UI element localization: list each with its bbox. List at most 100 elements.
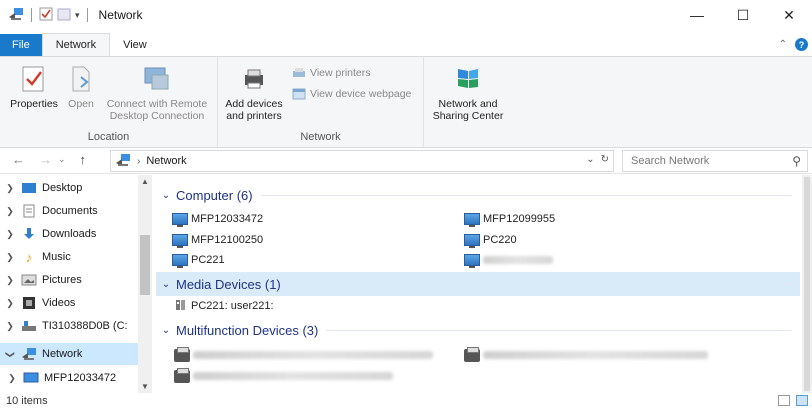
add-devices-button[interactable]: Add devices and printers [224,63,284,122]
device-label: PC221 [191,254,225,266]
nav-item-music[interactable]: ❯ ♪ Music [0,246,138,268]
remote-desktop-icon [141,63,173,95]
device-item[interactable]: PC221 [172,251,225,269]
refresh-icon[interactable]: ↻ [601,154,609,165]
new-folder-quick-icon[interactable] [57,7,71,24]
multifunction-device-item-redacted[interactable] [174,367,393,385]
maximize-button[interactable]: ☐ [720,0,766,30]
tab-view[interactable]: View [110,34,160,56]
expand-chevron-icon[interactable]: ❯ [0,252,20,263]
close-button[interactable]: ✕ [766,0,812,30]
music-icon: ♪ [25,249,33,265]
collapse-ribbon-icon[interactable]: ⌃ [779,39,787,50]
nav-item-mfp12033472[interactable]: ❯ MFP12033472 [0,367,138,389]
view-printers-button[interactable]: View printers [292,67,371,79]
expand-chevron-icon[interactable]: ❯ [0,321,20,332]
help-icon[interactable]: ? [795,38,808,51]
breadcrumb-separator-icon[interactable]: › [137,156,140,167]
nav-item-label: Network [42,348,83,360]
device-item[interactable]: MFP12100250 [172,231,263,249]
properties-quick-icon[interactable] [39,7,53,24]
collapse-group-icon[interactable]: ⌄ [156,190,176,201]
connect-remote-desktop-button[interactable]: Connect with Remote Desktop Connection [102,63,212,122]
redacted-label [193,372,393,380]
nav-item-label: TI310388D0B (C: [42,320,128,332]
media-device-item[interactable]: PC221: user221: [174,297,274,315]
nav-item-downloads[interactable]: ❯ Downloads [0,223,138,245]
device-label: MFP12099955 [483,213,556,225]
computer-icon [172,213,188,227]
nav-item-pictures[interactable]: ❯ Pictures [0,269,138,291]
network-icon [115,153,131,170]
nav-item-videos[interactable]: ❯ Videos [0,292,138,314]
expand-chevron-icon[interactable]: ❯ [0,298,20,309]
redacted-label [193,351,433,359]
expand-chevron-icon[interactable]: ❯ [0,229,20,240]
nav-pane-scrollbar[interactable]: ▲ ▼ [138,175,152,393]
device-item[interactable]: PC220 [464,231,517,249]
device-item[interactable]: MFP12099955 [464,210,555,228]
quick-access-toolbar: ▾ Network [0,7,143,24]
details-view-icon[interactable] [778,395,790,406]
expand-chevron-icon[interactable]: ❯ [0,183,20,194]
nav-item-network[interactable]: ❯ Network [0,343,138,365]
connect-label-line2: Desktop Connection [109,110,205,122]
nav-item-label: Music [42,251,71,263]
multifunction-device-item-redacted[interactable] [464,346,708,364]
search-box[interactable]: Search Network ⚲ [622,150,808,172]
group-header-multifunction-devices[interactable]: ⌄ Multifunction Devices (3) [156,318,800,342]
window-title: Network [98,8,143,22]
address-dropdown-icon[interactable]: ⌄ [586,154,594,165]
view-toggles [778,395,808,406]
nav-item-desktop[interactable]: ❯ Desktop [0,177,138,199]
address-row: ← → ⌄ ↑ › Network ⌄ ↻ Search Network ⚲ [0,148,812,174]
view-device-webpage-button[interactable]: View device webpage [292,88,411,100]
printer-icon [293,68,305,77]
group-title: Multifunction Devices (3) [176,322,319,338]
tab-file[interactable]: File [0,34,42,56]
device-item[interactable]: MFP12033472 [172,210,263,228]
scrollbar-thumb[interactable] [804,177,810,391]
breadcrumb-network[interactable]: Network [146,155,186,167]
address-controls: ⌄ ↻ [586,154,609,165]
back-arrow-icon[interactable]: ← [12,152,25,167]
content-scrollbar[interactable] [802,175,812,393]
nav-item-documents[interactable]: ❯ Documents [0,200,138,222]
videos-icon [20,296,38,310]
group-header-computer[interactable]: ⌄ Computer (6) [156,183,800,207]
collapse-group-icon[interactable]: ⌄ [156,325,176,336]
address-bar[interactable]: › Network ⌄ ↻ [110,150,614,172]
add-devices-label-line1: Add devices [225,98,283,110]
computer-icon [464,213,480,227]
device-item-redacted[interactable] [464,251,553,269]
large-icons-view-icon[interactable] [796,395,808,406]
recent-locations-icon[interactable]: ⌄ [58,154,66,165]
collapse-chevron-icon[interactable]: ❯ [5,344,16,364]
network-sharing-center-icon [452,63,484,95]
forward-arrow-icon[interactable]: → [39,152,52,167]
collapse-group-icon[interactable]: ⌄ [156,279,176,290]
scroll-up-icon[interactable]: ▲ [138,177,152,186]
expand-chevron-icon[interactable]: ❯ [2,373,22,384]
customize-quick-access-icon[interactable]: ▾ [75,10,80,21]
network-sharing-center-button[interactable]: Network and Sharing Center [428,63,508,122]
nav-item-local-drive[interactable]: ❯ TI310388D0B (C: [0,315,138,337]
network-icon [8,7,24,24]
open-button[interactable]: Open [66,63,96,110]
tab-network[interactable]: Network [41,33,111,56]
scrollbar-thumb[interactable] [140,235,150,295]
group-header-media-devices[interactable]: ⌄ Media Devices (1) [156,272,800,296]
up-arrow-icon[interactable]: ↑ [80,152,87,167]
scroll-down-icon[interactable]: ▼ [138,382,152,391]
group-divider [260,194,792,196]
expand-chevron-icon[interactable]: ❯ [0,275,20,286]
search-icon[interactable]: ⚲ [792,154,801,168]
properties-button[interactable]: Properties [8,63,60,110]
expand-chevron-icon[interactable]: ❯ [0,206,20,217]
minimize-button[interactable]: — [674,0,720,30]
search-input[interactable]: Search Network [631,155,709,167]
multifunction-device-item-redacted[interactable] [174,346,433,364]
view-printers-label: View printers [310,67,371,79]
documents-icon [20,204,38,218]
group-title: Computer (6) [176,187,253,203]
